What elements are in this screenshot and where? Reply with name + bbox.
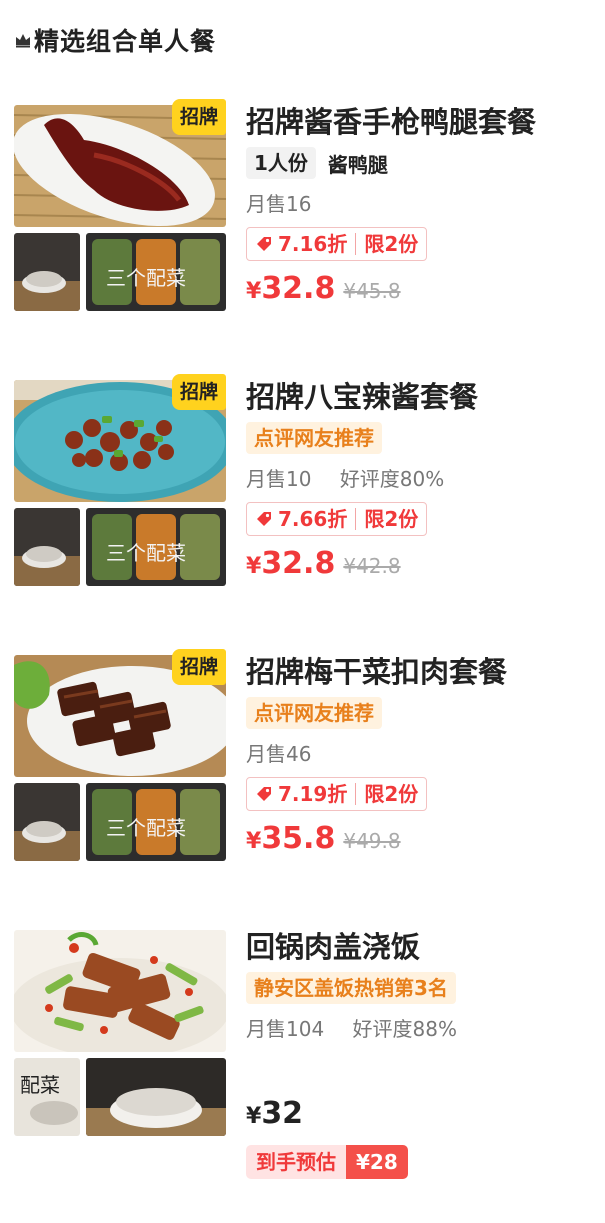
menu-item[interactable]: 招牌 三个配菜 招牌酱香手枪鸭腿套餐 1人份 酱鸭腿 月售16 7.16折 限2…	[14, 99, 594, 320]
promo-badge: 7.16折 限2份	[246, 227, 428, 261]
menu-item[interactable]: 招牌 三个配菜 招牌八宝辣酱套餐 点评网友推荐 月售10 好评度80% 7.66…	[14, 374, 594, 595]
discount-tag-icon	[257, 237, 271, 251]
limit-text: 限2份	[364, 782, 419, 806]
item-info: 回锅肉盖浇饭 静安区盖饭热销第3名 月售104 好评度88% ¥ 32 到手预估…	[246, 930, 591, 1179]
ranking-tag: 静安区盖饭热销第3名	[246, 972, 456, 1004]
original-price: ¥42.8	[343, 554, 401, 578]
current-price: 32.8	[261, 546, 336, 581]
limit-text: 限2份	[364, 507, 419, 531]
item-info: 招牌酱香手枪鸭腿套餐 1人份 酱鸭腿 月售16 7.16折 限2份 ¥ 32.8…	[246, 105, 591, 306]
discount-tag-icon	[257, 512, 271, 526]
section-title: 精选组合单人餐	[34, 27, 217, 56]
estimate-value: ¥28	[346, 1145, 408, 1179]
side-dish-caption: 配菜	[20, 1073, 60, 1097]
side-dish-caption: 三个配菜	[106, 266, 186, 290]
item-thumbnail[interactable]: 配菜	[14, 930, 226, 1140]
item-thumbnail[interactable]: 招牌 三个配菜	[14, 649, 226, 865]
item-sales: 月售104 好评度88%	[246, 1014, 591, 1044]
rating-text: 好评度80%	[339, 467, 445, 491]
section-header: 精选组合单人餐	[14, 20, 216, 60]
item-tags: 静安区盖饭热销第3名	[246, 972, 591, 1004]
recommend-tag: 点评网友推荐	[246, 422, 382, 454]
item-info: 招牌八宝辣酱套餐 点评网友推荐 月售10 好评度80% 7.66折 限2份 ¥ …	[246, 380, 591, 581]
original-price: ¥45.8	[343, 279, 401, 303]
item-name[interactable]: 回锅肉盖浇饭	[246, 930, 591, 964]
currency-symbol: ¥	[246, 279, 262, 304]
rice-image	[14, 783, 80, 861]
item-sales: 月售16	[246, 189, 591, 219]
currency-symbol: ¥	[246, 554, 262, 579]
item-sales: 月售10 好评度80%	[246, 464, 591, 494]
side-dish-caption: 三个配菜	[106, 541, 186, 565]
crown-icon	[16, 34, 30, 48]
item-price: ¥ 35.8 ¥49.8	[246, 821, 591, 856]
discount-tag-icon	[257, 787, 271, 801]
discount-text: 7.66折	[278, 507, 348, 531]
promo-badge: 7.66折 限2份	[246, 502, 428, 536]
discount-segment: 7.19折	[247, 778, 355, 810]
monthly-sales: 月售10	[246, 467, 312, 491]
discount-segment: 7.66折	[247, 503, 355, 535]
discount-text: 7.16折	[278, 232, 348, 256]
item-thumbnail[interactable]: 招牌 三个配菜	[14, 374, 226, 590]
monthly-sales: 月售46	[246, 742, 312, 766]
rice-image	[14, 508, 80, 586]
main-dish-tag: 酱鸭腿	[327, 152, 388, 177]
currency-symbol: ¥	[246, 1104, 262, 1129]
currency-symbol: ¥	[246, 829, 262, 854]
discount-segment: 7.16折	[247, 228, 355, 260]
item-tags: 点评网友推荐	[246, 422, 591, 454]
item-name[interactable]: 招牌酱香手枪鸭腿套餐	[246, 105, 591, 139]
current-price: 32	[261, 1096, 304, 1131]
recommend-tag: 点评网友推荐	[246, 697, 382, 729]
side-dish-image: 配菜	[14, 1058, 80, 1136]
current-price: 35.8	[261, 821, 336, 856]
item-name[interactable]: 招牌梅干菜扣肉套餐	[246, 655, 591, 689]
discount-text: 7.19折	[278, 782, 348, 806]
current-price: 32.8	[261, 271, 336, 306]
item-tags: 点评网友推荐	[246, 697, 591, 729]
original-price: ¥49.8	[343, 829, 401, 853]
rating-text: 好评度88%	[352, 1017, 457, 1041]
signature-badge: 招牌	[171, 649, 226, 685]
item-price: ¥ 32	[246, 1096, 591, 1131]
estimated-price-badge: 到手预估 ¥28	[246, 1145, 408, 1179]
side-dishes-image: 三个配菜	[86, 233, 226, 311]
monthly-sales: 月售16	[246, 192, 312, 216]
portion-tag: 1人份	[246, 147, 316, 179]
side-dish-caption: 三个配菜	[106, 816, 186, 840]
item-name[interactable]: 招牌八宝辣酱套餐	[246, 380, 591, 414]
item-price: ¥ 32.8 ¥45.8	[246, 271, 591, 306]
item-info: 招牌梅干菜扣肉套餐 点评网友推荐 月售46 7.19折 限2份 ¥ 35.8 ¥…	[246, 655, 591, 856]
menu-item[interactable]: 招牌 三个配菜 招牌梅干菜扣肉套餐 点评网友推荐 月售46 7.19折 限2份 …	[14, 649, 594, 870]
signature-badge: 招牌	[171, 374, 226, 410]
twice-cooked-pork-image	[14, 930, 226, 1052]
side-dishes-image: 三个配菜	[86, 508, 226, 586]
promo-badge: 7.19折 限2份	[246, 777, 428, 811]
rice-bowl-image	[86, 1058, 226, 1136]
item-price: ¥ 32.8 ¥42.8	[246, 546, 591, 581]
rice-image	[14, 233, 80, 311]
item-sales: 月售46	[246, 739, 591, 769]
limit-text: 限2份	[364, 232, 419, 256]
estimate-label: 到手预估	[246, 1145, 346, 1179]
item-thumbnail[interactable]: 招牌 三个配菜	[14, 99, 226, 315]
monthly-sales: 月售104	[246, 1017, 325, 1041]
item-tags: 1人份 酱鸭腿	[246, 147, 591, 179]
side-dishes-image: 三个配菜	[86, 783, 226, 861]
menu-item[interactable]: 配菜 回锅肉盖浇饭 静安区盖饭热销第3名 月售104 好评度88% ¥ 32 到…	[14, 930, 594, 1200]
signature-badge: 招牌	[171, 99, 226, 135]
